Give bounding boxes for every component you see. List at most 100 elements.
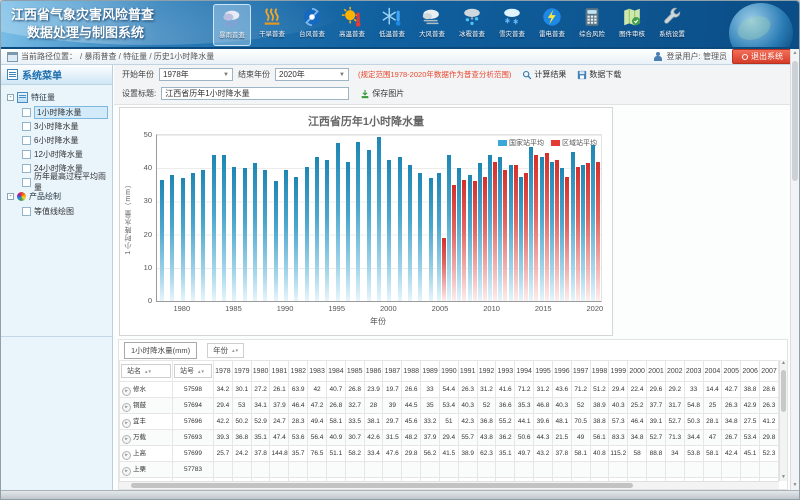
station-name-header[interactable]: 站名▲▼ <box>120 361 173 382</box>
value-cell: 31.5 <box>383 430 402 446</box>
nav-item-sun[interactable]: 高温普查 <box>333 4 371 46</box>
checkbox-icon[interactable] <box>22 136 31 145</box>
collapse-icon[interactable]: - <box>7 193 14 200</box>
table-vertical-scrollbar[interactable]: ▲ ▼ <box>779 360 787 481</box>
year-column-header[interactable]: 1990 <box>439 361 458 382</box>
year-column-header[interactable]: 2001 <box>647 361 666 382</box>
year-column-header[interactable]: 1988 <box>402 361 421 382</box>
vertical-scroll-thumb[interactable] <box>781 370 786 412</box>
expand-row-icon[interactable]: ▸ <box>122 451 131 460</box>
sidebar-item-3小时降水量[interactable]: 3小时降水量 <box>1 119 112 133</box>
checkbox-icon[interactable] <box>22 207 31 216</box>
nav-item-typhoon[interactable]: 台风普查 <box>293 4 331 46</box>
expand-row-icon[interactable]: ▸ <box>122 403 131 412</box>
checkbox-icon[interactable] <box>22 164 31 173</box>
tree-node-1[interactable]: -特征量 <box>1 90 112 105</box>
value-cell: 71.2 <box>571 382 590 398</box>
year-column-header[interactable]: 2000 <box>628 361 647 382</box>
horizontal-scroll-thumb[interactable] <box>131 483 633 488</box>
scroll-up-icon[interactable]: ▲ <box>780 360 787 367</box>
checkbox-icon[interactable] <box>22 150 31 159</box>
year-column-header[interactable]: 1992 <box>477 361 496 382</box>
year-column-header[interactable]: 1995 <box>534 361 553 382</box>
year-column-header[interactable]: 1984 <box>326 361 345 382</box>
year-column-header[interactable]: 2003 <box>684 361 703 382</box>
sidebar-item-1小时降水量[interactable]: 1小时降水量 <box>1 105 112 119</box>
logout-button[interactable]: 退出系统 <box>732 49 793 64</box>
start-year-select[interactable]: 1978年▼ <box>159 68 233 81</box>
year-column-header[interactable]: 1979 <box>232 361 251 382</box>
year-column-header[interactable]: 1982 <box>289 361 308 382</box>
table-row[interactable]: ▸上栗57783 <box>120 462 779 478</box>
sidebar-item-历年最高过程平均雨量[interactable]: 历年最高过程平均雨量 <box>1 175 112 189</box>
download-button[interactable]: 数据下载 <box>577 69 621 80</box>
checkbox-icon[interactable] <box>22 178 31 187</box>
page-scrollbar[interactable]: ▲ ▼ <box>790 49 799 490</box>
table-row[interactable]: ▸修水5759834.230.127.226.163.94240.726.823… <box>120 382 779 398</box>
sidebar-item-等值线绘图[interactable]: 等值线绘图 <box>1 204 112 218</box>
calculate-button[interactable]: 计算结果 <box>522 69 566 80</box>
expand-row-icon[interactable]: ▸ <box>122 435 131 444</box>
station-id-header[interactable]: 站号▲▼ <box>173 361 214 382</box>
table-horizontal-scrollbar[interactable] <box>119 481 779 489</box>
sidebar-item-12小时降水量[interactable]: 12小时降水量 <box>1 147 112 161</box>
year-column-header[interactable]: 1983 <box>308 361 327 382</box>
save-image-button[interactable]: 保存图片 <box>360 88 404 99</box>
nav-item-wrench[interactable]: 系统设置 <box>653 4 691 46</box>
scroll-up-icon[interactable]: ▲ <box>791 49 799 58</box>
nav-item-wind[interactable]: 大风普查 <box>413 4 451 46</box>
year-column-header[interactable]: 1981 <box>270 361 289 382</box>
year-column-header[interactable]: 2005 <box>722 361 741 382</box>
table-row[interactable]: ▸万载5769339.336.835.147.453.656.440.930.7… <box>120 430 779 446</box>
page-scroll-thumb[interactable] <box>792 61 798 181</box>
value-cell: 55.7 <box>458 430 477 446</box>
nav-item-map[interactable]: 图件审核 <box>613 4 651 46</box>
value-cell: 44.3 <box>534 430 553 446</box>
year-column-header[interactable]: 1996 <box>552 361 571 382</box>
year-column-header[interactable]: 1985 <box>345 361 364 382</box>
nav-item-rain[interactable]: 暴雨普查 <box>213 4 251 46</box>
year-sort-control[interactable]: 年份 ▲▼ <box>207 343 244 358</box>
table-row[interactable]: ▸铜鼓5769429.45334.137.946.447.226.832.728… <box>120 398 779 414</box>
nav-item-snow[interactable]: 雪灾普查 <box>493 4 531 46</box>
year-column-header[interactable]: 2006 <box>741 361 760 382</box>
year-column-header[interactable]: 1999 <box>609 361 628 382</box>
scroll-down-icon[interactable]: ▼ <box>791 481 799 490</box>
year-column-header[interactable]: 1991 <box>458 361 477 382</box>
year-column-header[interactable]: 1993 <box>496 361 515 382</box>
nav-item-heat[interactable]: 干旱普查 <box>253 4 291 46</box>
table-row[interactable]: ▸宜丰5769642.250.252.924.728.349.458.133.5… <box>120 414 779 430</box>
expand-row-icon[interactable]: ▸ <box>122 467 131 476</box>
year-column-header[interactable]: 1987 <box>383 361 402 382</box>
station-id-cell: 57598 <box>173 382 214 398</box>
end-year-select[interactable]: 2020年▼ <box>275 68 349 81</box>
sidebar-item-6小时降水量[interactable]: 6小时降水量 <box>1 133 112 147</box>
scroll-down-icon[interactable]: ▼ <box>780 474 787 481</box>
checkbox-icon[interactable] <box>22 122 31 131</box>
collapse-icon[interactable]: - <box>7 94 14 101</box>
nav-item-hail[interactable]: 冰雹普查 <box>453 4 491 46</box>
year-column-header[interactable]: 1978 <box>214 361 233 382</box>
year-column-header[interactable]: 2007 <box>760 361 779 382</box>
station-name-header-sort[interactable]: 站名▲▼ <box>121 364 171 378</box>
year-column-header[interactable]: 1998 <box>590 361 609 382</box>
year-column-header[interactable]: 1997 <box>571 361 590 382</box>
year-column-header[interactable]: 2004 <box>703 361 722 382</box>
x-tick-label: 1980 <box>173 304 190 313</box>
year-column-header[interactable]: 1986 <box>364 361 383 382</box>
value-cell: 42.7 <box>722 382 741 398</box>
nav-item-lightning[interactable]: 雷电普查 <box>533 4 571 46</box>
year-column-header[interactable]: 1994 <box>515 361 534 382</box>
nav-item-calc[interactable]: 综合风险 <box>573 4 611 46</box>
station-id-header-sort[interactable]: 站号▲▼ <box>174 364 212 378</box>
year-column-header[interactable]: 2002 <box>665 361 684 382</box>
checkbox-icon[interactable] <box>22 108 31 117</box>
expand-row-icon[interactable]: ▸ <box>122 387 131 396</box>
expand-row-icon[interactable]: ▸ <box>122 419 131 428</box>
nav-item-freeze[interactable]: 低温普查 <box>373 4 411 46</box>
year-column-header[interactable]: 1989 <box>421 361 440 382</box>
national-avg-bar <box>191 173 195 301</box>
chart-title-input[interactable] <box>161 87 349 100</box>
year-column-header[interactable]: 1980 <box>251 361 270 382</box>
table-row[interactable]: ▸上高5769925.724.237.8144.835.776.551.158.… <box>120 446 779 462</box>
